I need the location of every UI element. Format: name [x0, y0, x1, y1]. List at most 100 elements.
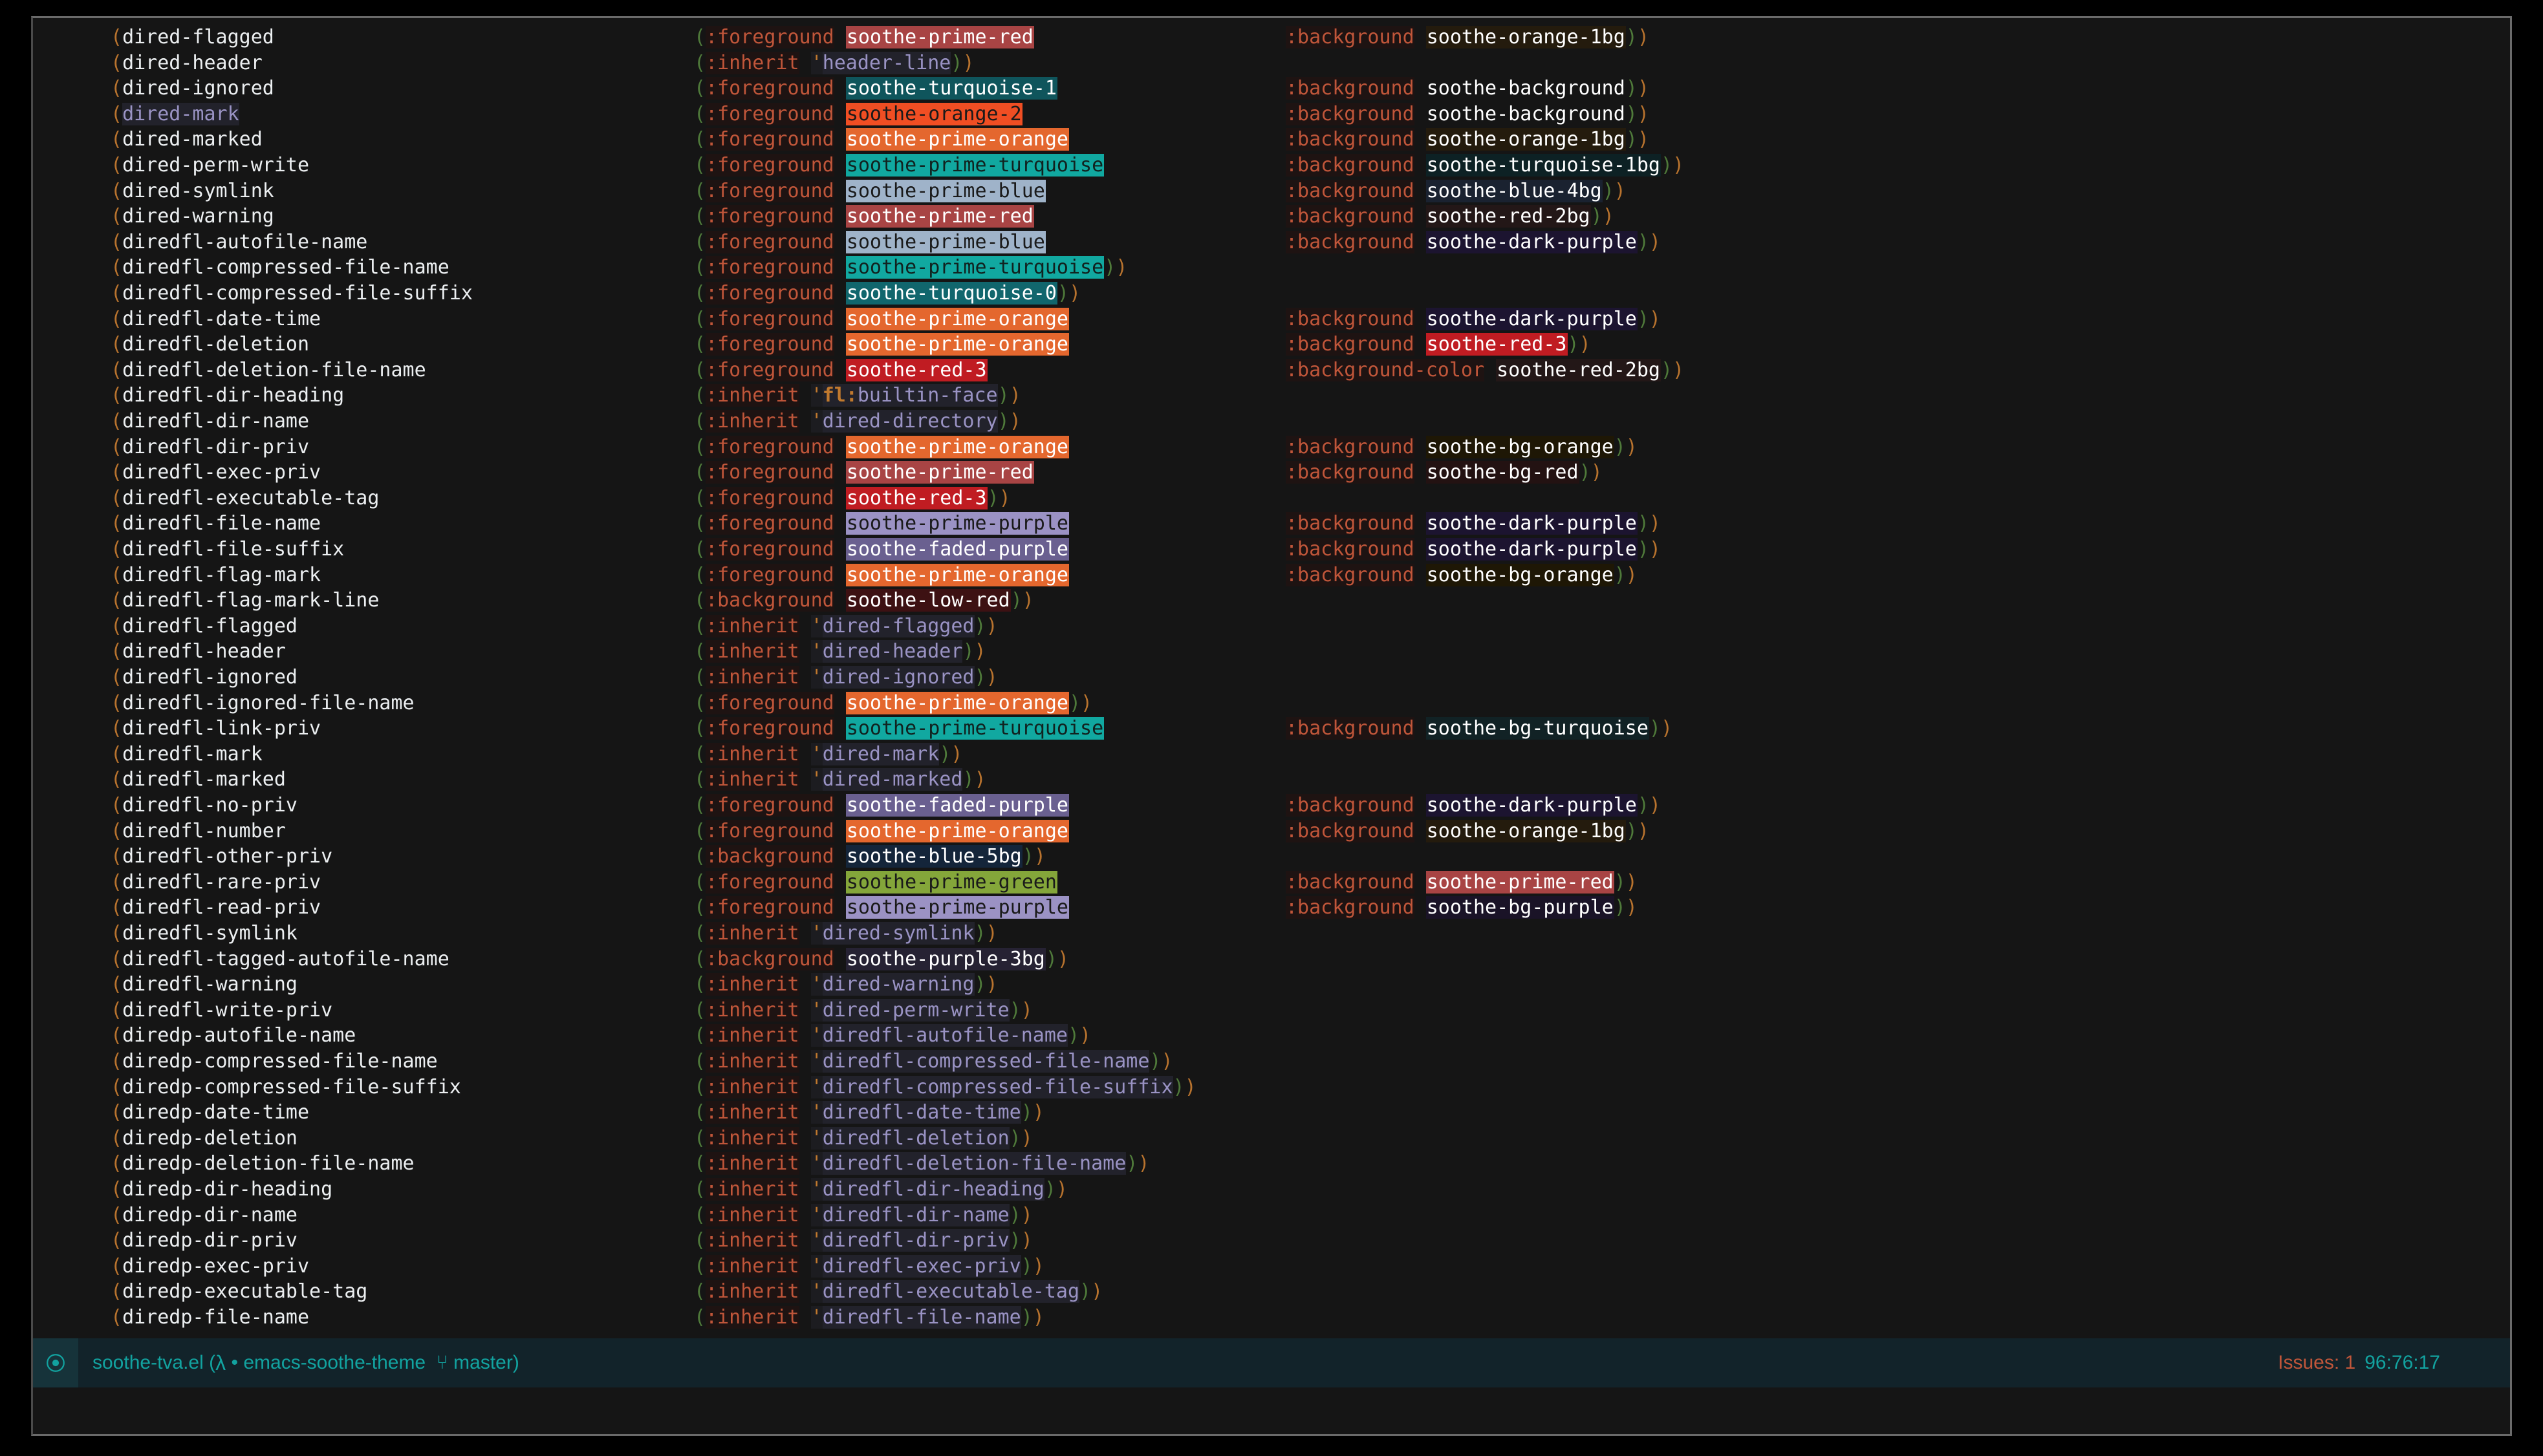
code-line[interactable]: (diredfl-dir-heading (:inherit 'fl:builti…: [33, 383, 2510, 409]
code-line[interactable]: (dired-ignored (:foreground soothe-turquo…: [33, 76, 2510, 102]
code-line[interactable]: (diredfl-symlink (:inherit 'dired-symlink…: [33, 921, 2510, 947]
code-line[interactable]: (diredfl-flagged (:inherit 'dired-flagged…: [33, 614, 2510, 639]
code-line[interactable]: (diredfl-date-time (:foreground soothe-pr…: [33, 306, 2510, 332]
code-line[interactable]: (dired-warning (:foreground soothe-prime-…: [33, 204, 2510, 230]
code-line[interactable]: (diredfl-compressed-file-name (:foregroun…: [33, 255, 2510, 281]
open-paren-icon: (: [694, 1101, 706, 1124]
face-name-cell: (dired-symlink: [111, 178, 274, 204]
code-line[interactable]: (diredfl-compressed-file-suffix (:foregro…: [33, 281, 2510, 306]
code-line[interactable]: (diredfl-executable-tag (:foreground soot…: [33, 486, 2510, 511]
face-ref-value: dired-flagged: [822, 614, 975, 637]
code-line[interactable]: (diredfl-flag-mark-line (:background soot…: [33, 588, 2510, 614]
code-line[interactable]: (diredfl-header (:inherit 'dired-header)): [33, 639, 2510, 665]
code-line[interactable]: (diredp-deletion-file-name (:inherit 'dir…: [33, 1151, 2510, 1177]
close-paren-icon: ): [997, 384, 1010, 407]
close-paren-icon: ): [986, 666, 998, 689]
code-line[interactable]: (dired-perm-write (:foreground soothe-pri…: [33, 153, 2510, 178]
code-line[interactable]: (diredp-file-name (:inherit 'diredfl-file…: [33, 1305, 2510, 1331]
code-line[interactable]: (diredp-dir-priv (:inherit 'diredfl-dir-p…: [33, 1228, 2510, 1254]
attribute-cell: (:inherit 'fl:builtin-face)): [694, 383, 1021, 409]
code-line[interactable]: (diredfl-ignored (:inherit 'dired-ignored…: [33, 665, 2510, 691]
code-line[interactable]: (diredfl-tagged-autofile-name (:backgroun…: [33, 947, 2510, 972]
code-line[interactable]: (diredfl-mark (:inherit 'dired-mark)): [33, 742, 2510, 767]
background-attribute-cell: :background soothe-turquoise-1bg)): [1286, 153, 1684, 178]
issues-badge[interactable]: Issues: 1: [2278, 1352, 2355, 1374]
close-paren-icon: ): [939, 742, 951, 765]
face-name-cell: (diredfl-file-name: [111, 511, 321, 537]
code-line[interactable]: (dired-mark (:foreground soothe-orange-2:…: [33, 102, 2510, 127]
background-keyword: :background: [1286, 819, 1414, 842]
face-name-cell: (diredfl-dir-priv: [111, 434, 309, 460]
code-line[interactable]: (diredfl-no-priv (:foreground soothe-fade…: [33, 793, 2510, 819]
open-paren-icon: (: [694, 1075, 706, 1098]
face-name-cell: (diredfl-file-suffix: [111, 537, 344, 562]
code-line[interactable]: (diredp-dir-heading (:inherit 'diredfl-di…: [33, 1177, 2510, 1203]
code-line[interactable]: (dired-flagged (:foreground soothe-prime-…: [33, 25, 2510, 50]
close-paren-icon: ): [951, 51, 963, 74]
code-buffer[interactable]: ( dired-flagged (:foreground soothe-prime-…: [33, 18, 2510, 1341]
close-paren-icon: ): [1081, 691, 1093, 714]
attribute-cell: (:inherit 'dired-symlink)): [694, 921, 998, 947]
face-name-cell: (diredp-dir-priv: [111, 1228, 298, 1254]
background-attribute-cell: :background soothe-bg-red)): [1286, 460, 1603, 486]
code-line[interactable]: (diredp-dir-name (:inherit 'diredfl-dir-n…: [33, 1203, 2510, 1228]
attribute-keyword: :foreground: [706, 128, 834, 151]
code-line[interactable]: (diredfl-write-priv (:inherit 'dired-perm…: [33, 998, 2510, 1023]
code-line[interactable]: (diredfl-dir-name (:inherit 'dired-direct…: [33, 409, 2510, 434]
code-line[interactable]: (diredp-compressed-file-suffix (:inherit …: [33, 1075, 2510, 1100]
face-name: dired-mark: [122, 102, 239, 125]
minibuffer[interactable]: [33, 1387, 2510, 1434]
code-line[interactable]: (diredp-executable-tag (:inherit 'diredfl…: [33, 1279, 2510, 1305]
attribute-cell: (:foreground soothe-prime-orange: [694, 562, 1069, 588]
face-name-cell: (diredfl-symlink: [111, 921, 298, 947]
face-name: diredp-date-time: [122, 1101, 310, 1124]
code-line[interactable]: (diredfl-number (:foreground soothe-prime…: [33, 819, 2510, 844]
attribute-cell: (:foreground soothe-prime-orange)): [694, 691, 1092, 716]
attribute-cell: (:inherit 'dired-directory)): [694, 409, 1021, 434]
code-line[interactable]: (diredfl-file-suffix (:foreground soothe-…: [33, 537, 2510, 562]
code-line[interactable]: (dired-symlink (:foreground soothe-prime-…: [33, 178, 2510, 204]
close-paren-icon: ): [1079, 1280, 1092, 1303]
code-line[interactable]: (diredfl-flag-mark (:foreground soothe-pr…: [33, 562, 2510, 588]
code-line[interactable]: (diredp-deletion (:inherit 'diredfl-delet…: [33, 1126, 2510, 1151]
code-line[interactable]: (dired-marked (:foreground soothe-prime-o…: [33, 127, 2510, 153]
code-line[interactable]: (diredfl-ignored-file-name (:foreground s…: [33, 691, 2510, 716]
attribute-cell: (:inherit 'diredfl-file-name)): [694, 1305, 1044, 1331]
git-branch-name[interactable]: master: [453, 1352, 513, 1374]
code-line[interactable]: (diredfl-read-priv (:foreground soothe-pr…: [33, 895, 2510, 921]
background-attribute-cell: :background soothe-prime-red)): [1286, 870, 1638, 895]
code-line[interactable]: (diredp-exec-priv (:inherit 'diredfl-exec…: [33, 1254, 2510, 1279]
code-line[interactable]: (diredfl-link-priv (:foreground soothe-pr…: [33, 716, 2510, 742]
code-line[interactable]: (diredp-compressed-file-name (:inherit 'd…: [33, 1049, 2510, 1075]
close-paren-icon: ): [1614, 563, 1626, 586]
face-name-cell: (diredfl-header: [111, 639, 286, 665]
code-line[interactable]: (diredfl-marked (:inherit 'dired-marked)): [33, 767, 2510, 793]
open-paren-icon: (: [111, 1229, 123, 1252]
code-line[interactable]: (diredfl-rare-priv (:foreground soothe-pr…: [33, 870, 2510, 895]
open-paren-icon: (: [111, 614, 123, 637]
attribute-keyword: :inherit: [706, 1126, 799, 1150]
code-line[interactable]: (diredfl-file-name (:foreground soothe-pr…: [33, 511, 2510, 537]
attribute-keyword: :foreground: [706, 26, 834, 48]
buffer-name[interactable]: soothe-tva.el: [92, 1352, 204, 1374]
code-line[interactable]: (diredfl-exec-priv (:foreground soothe-pr…: [33, 460, 2510, 486]
code-line[interactable]: (diredfl-other-priv (:background soothe-b…: [33, 844, 2510, 870]
attribute-keyword: :inherit: [706, 1024, 799, 1047]
face-name: diredfl-flag-mark: [122, 563, 321, 586]
code-line[interactable]: (dired-header (:inherit 'header-line)): [33, 50, 2510, 76]
close-paren-icon: ): [1161, 1050, 1173, 1073]
color-swatch-value: soothe-turquoise-0: [845, 282, 1057, 305]
attribute-keyword: :foreground: [706, 717, 834, 740]
close-paren-icon: ): [997, 410, 1010, 433]
code-line[interactable]: (diredp-autofile-name (:inherit 'diredfl-…: [33, 1023, 2510, 1049]
background-keyword: :background: [1286, 333, 1414, 356]
project-name[interactable]: emacs-soothe-theme: [243, 1352, 426, 1374]
code-line[interactable]: (diredfl-autofile-name (:foreground sooth…: [33, 230, 2510, 255]
code-line[interactable]: (diredfl-deletion-file-name (:foreground …: [33, 358, 2510, 383]
close-paren-icon: ): [962, 640, 975, 663]
code-line[interactable]: (diredfl-warning (:inherit 'dired-warning…: [33, 972, 2510, 998]
face-name-cell: (diredfl-executable-tag: [111, 486, 379, 511]
code-line[interactable]: (diredp-date-time (:inherit 'diredfl-date…: [33, 1100, 2510, 1126]
code-line[interactable]: (diredfl-deletion (:foreground soothe-pri…: [33, 332, 2510, 358]
code-line[interactable]: (diredfl-dir-priv (:foreground soothe-pri…: [33, 434, 2510, 460]
